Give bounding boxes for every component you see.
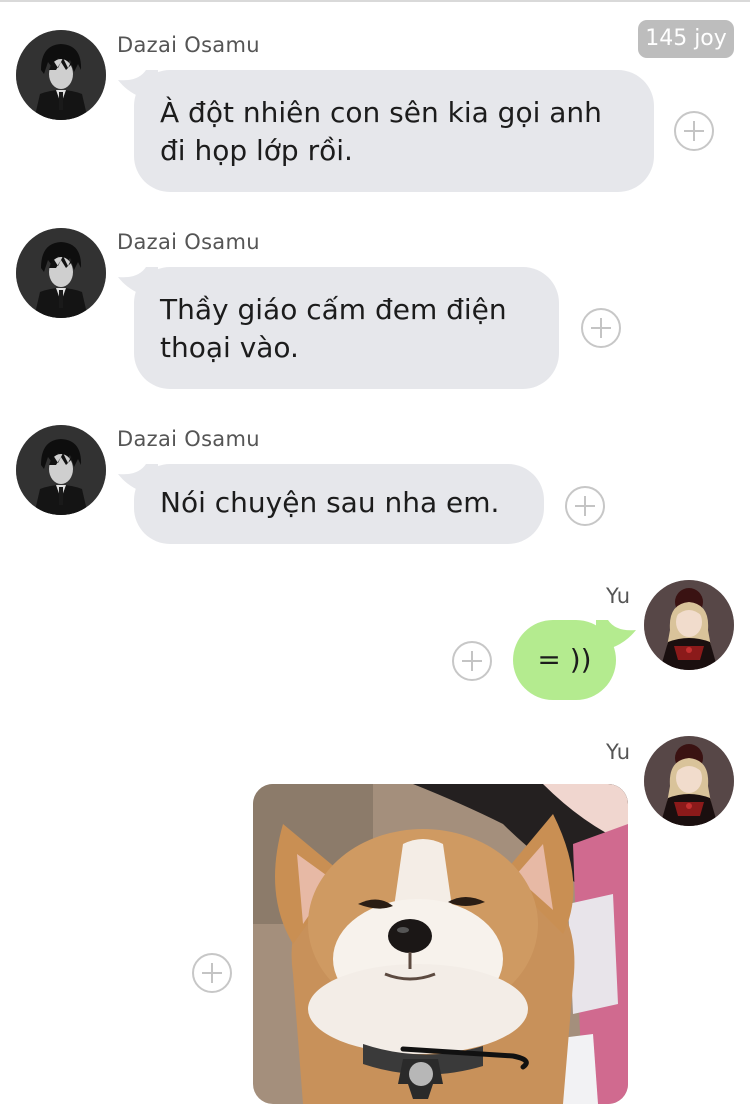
sender-name: Dazai Osamu bbox=[117, 427, 260, 451]
avatar-yu[interactable] bbox=[644, 580, 734, 670]
top-divider bbox=[0, 0, 750, 2]
add-reaction-icon[interactable] bbox=[565, 486, 605, 526]
avatar-dazai[interactable] bbox=[16, 30, 106, 120]
avatar-dazai[interactable] bbox=[16, 228, 106, 318]
message-bubble[interactable]: Thầy giáo cấm đem điện thoại vào. bbox=[134, 267, 559, 389]
joy-counter-badge[interactable]: 145 joy bbox=[638, 20, 734, 58]
sender-name: Dazai Osamu bbox=[117, 230, 260, 254]
avatar-yu[interactable] bbox=[644, 736, 734, 826]
sender-name: Dazai Osamu bbox=[117, 33, 260, 57]
add-reaction-icon[interactable] bbox=[674, 111, 714, 151]
message-bubble[interactable]: Nói chuyện sau nha em. bbox=[134, 464, 544, 544]
avatar-dazai[interactable] bbox=[16, 425, 106, 515]
sender-name: Yu bbox=[606, 740, 631, 764]
attachment-dog-photo[interactable] bbox=[253, 784, 628, 1104]
add-reaction-icon[interactable] bbox=[581, 308, 621, 348]
add-reaction-icon[interactable] bbox=[192, 953, 232, 993]
message-bubble[interactable]: = )) bbox=[513, 620, 616, 700]
sender-name: Yu bbox=[606, 584, 631, 608]
add-reaction-icon[interactable] bbox=[452, 641, 492, 681]
message-bubble[interactable]: À đột nhiên con sên kia gọi anh đi họp l… bbox=[134, 70, 654, 192]
